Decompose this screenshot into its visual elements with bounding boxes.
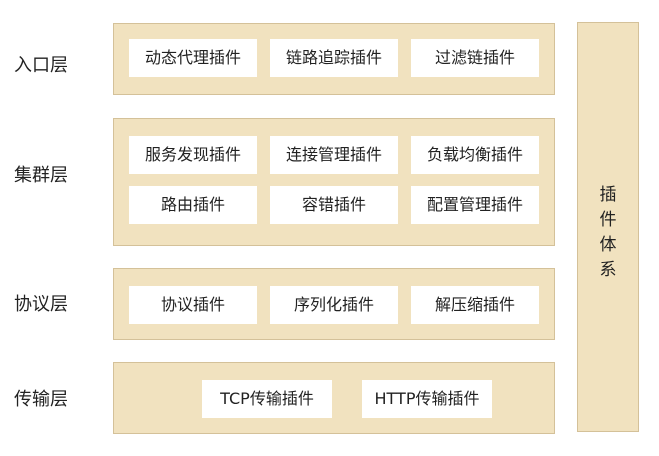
plugin-http-transport: HTTP传输插件 xyxy=(362,380,492,418)
transport-layer-band: TCP传输插件 HTTP传输插件 xyxy=(113,362,555,434)
plugin-system-char: 件 xyxy=(599,210,617,230)
plugin-system-label: 插 件 体 系 xyxy=(578,183,638,283)
layer-label-transport: 传输层 xyxy=(14,389,68,410)
plugin-system-bar: 插 件 体 系 xyxy=(577,22,639,432)
plugin-routing: 路由插件 xyxy=(129,186,257,224)
plugin-system-char: 体 xyxy=(599,235,617,255)
layer-label-cluster: 集群层 xyxy=(14,165,68,186)
plugin-service-discovery: 服务发现插件 xyxy=(129,136,257,174)
plugin-dynamic-proxy: 动态代理插件 xyxy=(129,39,257,77)
layer-label-protocol: 协议层 xyxy=(14,294,68,315)
plugin-tcp-transport: TCP传输插件 xyxy=(202,380,332,418)
plugin-tracing: 链路追踪插件 xyxy=(270,39,398,77)
layer-label-entry: 入口层 xyxy=(14,55,68,76)
plugin-system-char: 系 xyxy=(599,260,617,280)
entry-layer-band: 动态代理插件 链路追踪插件 过滤链插件 xyxy=(113,23,555,95)
plugin-compression: 解压缩插件 xyxy=(411,286,539,324)
plugin-connection-management: 连接管理插件 xyxy=(270,136,398,174)
plugin-load-balancing: 负载均衡插件 xyxy=(411,136,539,174)
plugin-config-management: 配置管理插件 xyxy=(411,186,539,224)
cluster-layer-band: 服务发现插件 连接管理插件 负载均衡插件 路由插件 容错插件 配置管理插件 xyxy=(113,118,555,246)
plugin-fault-tolerance: 容错插件 xyxy=(270,186,398,224)
protocol-layer-band: 协议插件 序列化插件 解压缩插件 xyxy=(113,268,555,340)
plugin-serialization: 序列化插件 xyxy=(270,286,398,324)
plugin-protocol: 协议插件 xyxy=(129,286,257,324)
plugin-filter-chain: 过滤链插件 xyxy=(411,39,539,77)
plugin-system-char: 插 xyxy=(599,185,617,205)
